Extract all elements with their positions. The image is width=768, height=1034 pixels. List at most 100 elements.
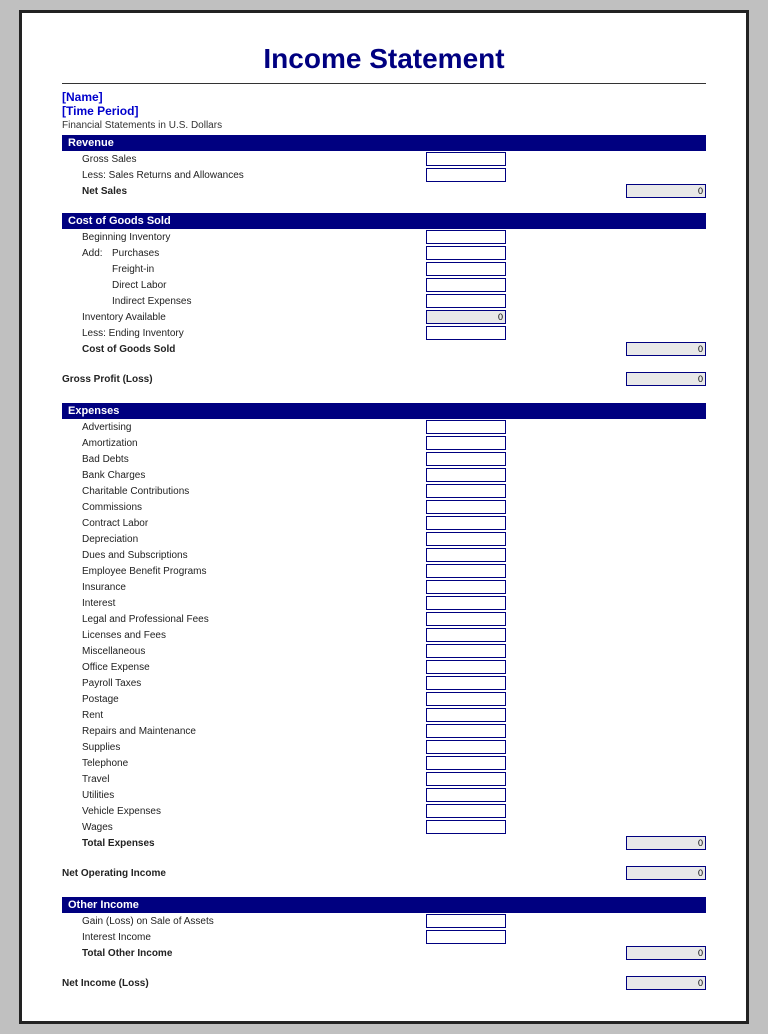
- gross-sales-row: Gross Sales: [62, 151, 706, 167]
- expense-input[interactable]: [426, 548, 506, 562]
- expense-row: Vehicle Expenses: [62, 803, 706, 819]
- direct-labor-input[interactable]: [426, 278, 506, 292]
- ending-inventory-row: Less: Ending Inventory: [62, 325, 706, 341]
- other-income-section: Other Income Gain (Loss) on Sale of Asse…: [62, 897, 706, 961]
- add-label: Add:: [62, 248, 112, 259]
- expenses-section: Expenses Advertising Amortization Bad De…: [62, 403, 706, 851]
- expense-input[interactable]: [426, 660, 506, 674]
- expense-input[interactable]: [426, 820, 506, 834]
- expense-label: Bank Charges: [62, 470, 406, 481]
- gross-sales-input[interactable]: [426, 152, 506, 166]
- expense-input[interactable]: [426, 788, 506, 802]
- gain-loss-row: Gain (Loss) on Sale of Assets: [62, 913, 706, 929]
- direct-labor-row: Direct Labor: [62, 277, 706, 293]
- expense-input[interactable]: [426, 724, 506, 738]
- expense-input[interactable]: [426, 804, 506, 818]
- net-sales-right: 0: [506, 184, 706, 198]
- expense-row: Amortization: [62, 435, 706, 451]
- net-sales-value[interactable]: 0: [626, 184, 706, 198]
- expense-input[interactable]: [426, 436, 506, 450]
- income-statement-page: Income Statement [Name] [Time Period] Fi…: [19, 10, 749, 1024]
- expense-input[interactable]: [426, 756, 506, 770]
- freight-input[interactable]: [426, 262, 506, 276]
- sales-returns-input[interactable]: [426, 168, 506, 182]
- expense-row: Supplies: [62, 739, 706, 755]
- sales-returns-mid: [406, 168, 506, 182]
- expense-input[interactable]: [426, 708, 506, 722]
- gain-loss-label: Gain (Loss) on Sale of Assets: [62, 916, 406, 927]
- expense-input[interactable]: [426, 644, 506, 658]
- direct-labor-label: Direct Labor: [62, 280, 406, 291]
- expense-label: Utilities: [62, 790, 406, 801]
- expense-input[interactable]: [426, 692, 506, 706]
- expense-input[interactable]: [426, 500, 506, 514]
- expense-input[interactable]: [426, 772, 506, 786]
- freight-row: Freight-in: [62, 261, 706, 277]
- beginning-inventory-input[interactable]: [426, 230, 506, 244]
- expense-label: Payroll Taxes: [62, 678, 406, 689]
- net-operating-value[interactable]: 0: [626, 866, 706, 880]
- expense-row: Charitable Contributions: [62, 483, 706, 499]
- total-other-income-row: Total Other Income 0: [62, 945, 706, 961]
- expense-row: Commissions: [62, 499, 706, 515]
- ending-inventory-input[interactable]: [426, 326, 506, 340]
- expense-input[interactable]: [426, 452, 506, 466]
- interest-income-label: Interest Income: [62, 932, 406, 943]
- expense-label: Miscellaneous: [62, 646, 406, 657]
- expense-input[interactable]: [426, 676, 506, 690]
- expense-label: Depreciation: [62, 534, 406, 545]
- expense-input[interactable]: [426, 516, 506, 530]
- expense-input[interactable]: [426, 468, 506, 482]
- expense-label: Travel: [62, 774, 406, 785]
- expense-row: Miscellaneous: [62, 643, 706, 659]
- expense-input[interactable]: [426, 564, 506, 578]
- sales-returns-label: Less: Sales Returns and Allowances: [62, 170, 406, 181]
- expense-label: Amortization: [62, 438, 406, 449]
- expense-label: Telephone: [62, 758, 406, 769]
- expense-input[interactable]: [426, 596, 506, 610]
- gross-profit-value[interactable]: 0: [626, 372, 706, 386]
- period-label[interactable]: [Time Period]: [62, 104, 706, 118]
- cogs-total-label: Cost of Goods Sold: [62, 344, 406, 355]
- expense-input[interactable]: [426, 612, 506, 626]
- total-expenses-value[interactable]: 0: [626, 836, 706, 850]
- expense-label: Repairs and Maintenance: [62, 726, 406, 737]
- revenue-header: Revenue: [62, 135, 706, 151]
- total-expenses-label: Total Expenses: [62, 838, 406, 849]
- purchases-input[interactable]: [426, 246, 506, 260]
- expense-row: Contract Labor: [62, 515, 706, 531]
- net-income-row: Net Income (Loss) 0: [62, 975, 706, 991]
- expense-row: Advertising: [62, 419, 706, 435]
- cogs-section: Cost of Goods Sold Beginning Inventory A…: [62, 213, 706, 357]
- expense-row: Rent: [62, 707, 706, 723]
- gross-profit-row: Gross Profit (Loss) 0: [62, 371, 706, 387]
- expenses-header: Expenses: [62, 403, 706, 419]
- expense-label: Contract Labor: [62, 518, 406, 529]
- expense-input[interactable]: [426, 532, 506, 546]
- expense-row: Office Expense: [62, 659, 706, 675]
- ending-inventory-label: Less: Ending Inventory: [62, 328, 406, 339]
- cogs-value[interactable]: 0: [626, 342, 706, 356]
- inventory-available-value[interactable]: 0: [426, 310, 506, 324]
- expense-row: Employee Benefit Programs: [62, 563, 706, 579]
- interest-income-input[interactable]: [426, 930, 506, 944]
- total-other-income-value[interactable]: 0: [626, 946, 706, 960]
- revenue-section: Revenue Gross Sales Less: Sales Returns …: [62, 135, 706, 199]
- expense-input[interactable]: [426, 628, 506, 642]
- expenses-rows: Advertising Amortization Bad Debts Bank …: [62, 419, 706, 835]
- gain-loss-input[interactable]: [426, 914, 506, 928]
- indirect-expenses-row: Indirect Expenses: [62, 293, 706, 309]
- indirect-expenses-input[interactable]: [426, 294, 506, 308]
- expense-input[interactable]: [426, 484, 506, 498]
- net-operating-label: Net Operating Income: [62, 868, 406, 879]
- beginning-inventory-row: Beginning Inventory: [62, 229, 706, 245]
- expense-label: Postage: [62, 694, 406, 705]
- expense-input[interactable]: [426, 580, 506, 594]
- total-expenses-row: Total Expenses 0: [62, 835, 706, 851]
- expense-row: Insurance: [62, 579, 706, 595]
- net-sales-row: Net Sales 0: [62, 183, 706, 199]
- expense-row: Legal and Professional Fees: [62, 611, 706, 627]
- expense-input[interactable]: [426, 420, 506, 434]
- expense-input[interactable]: [426, 740, 506, 754]
- name-label[interactable]: [Name]: [62, 90, 706, 104]
